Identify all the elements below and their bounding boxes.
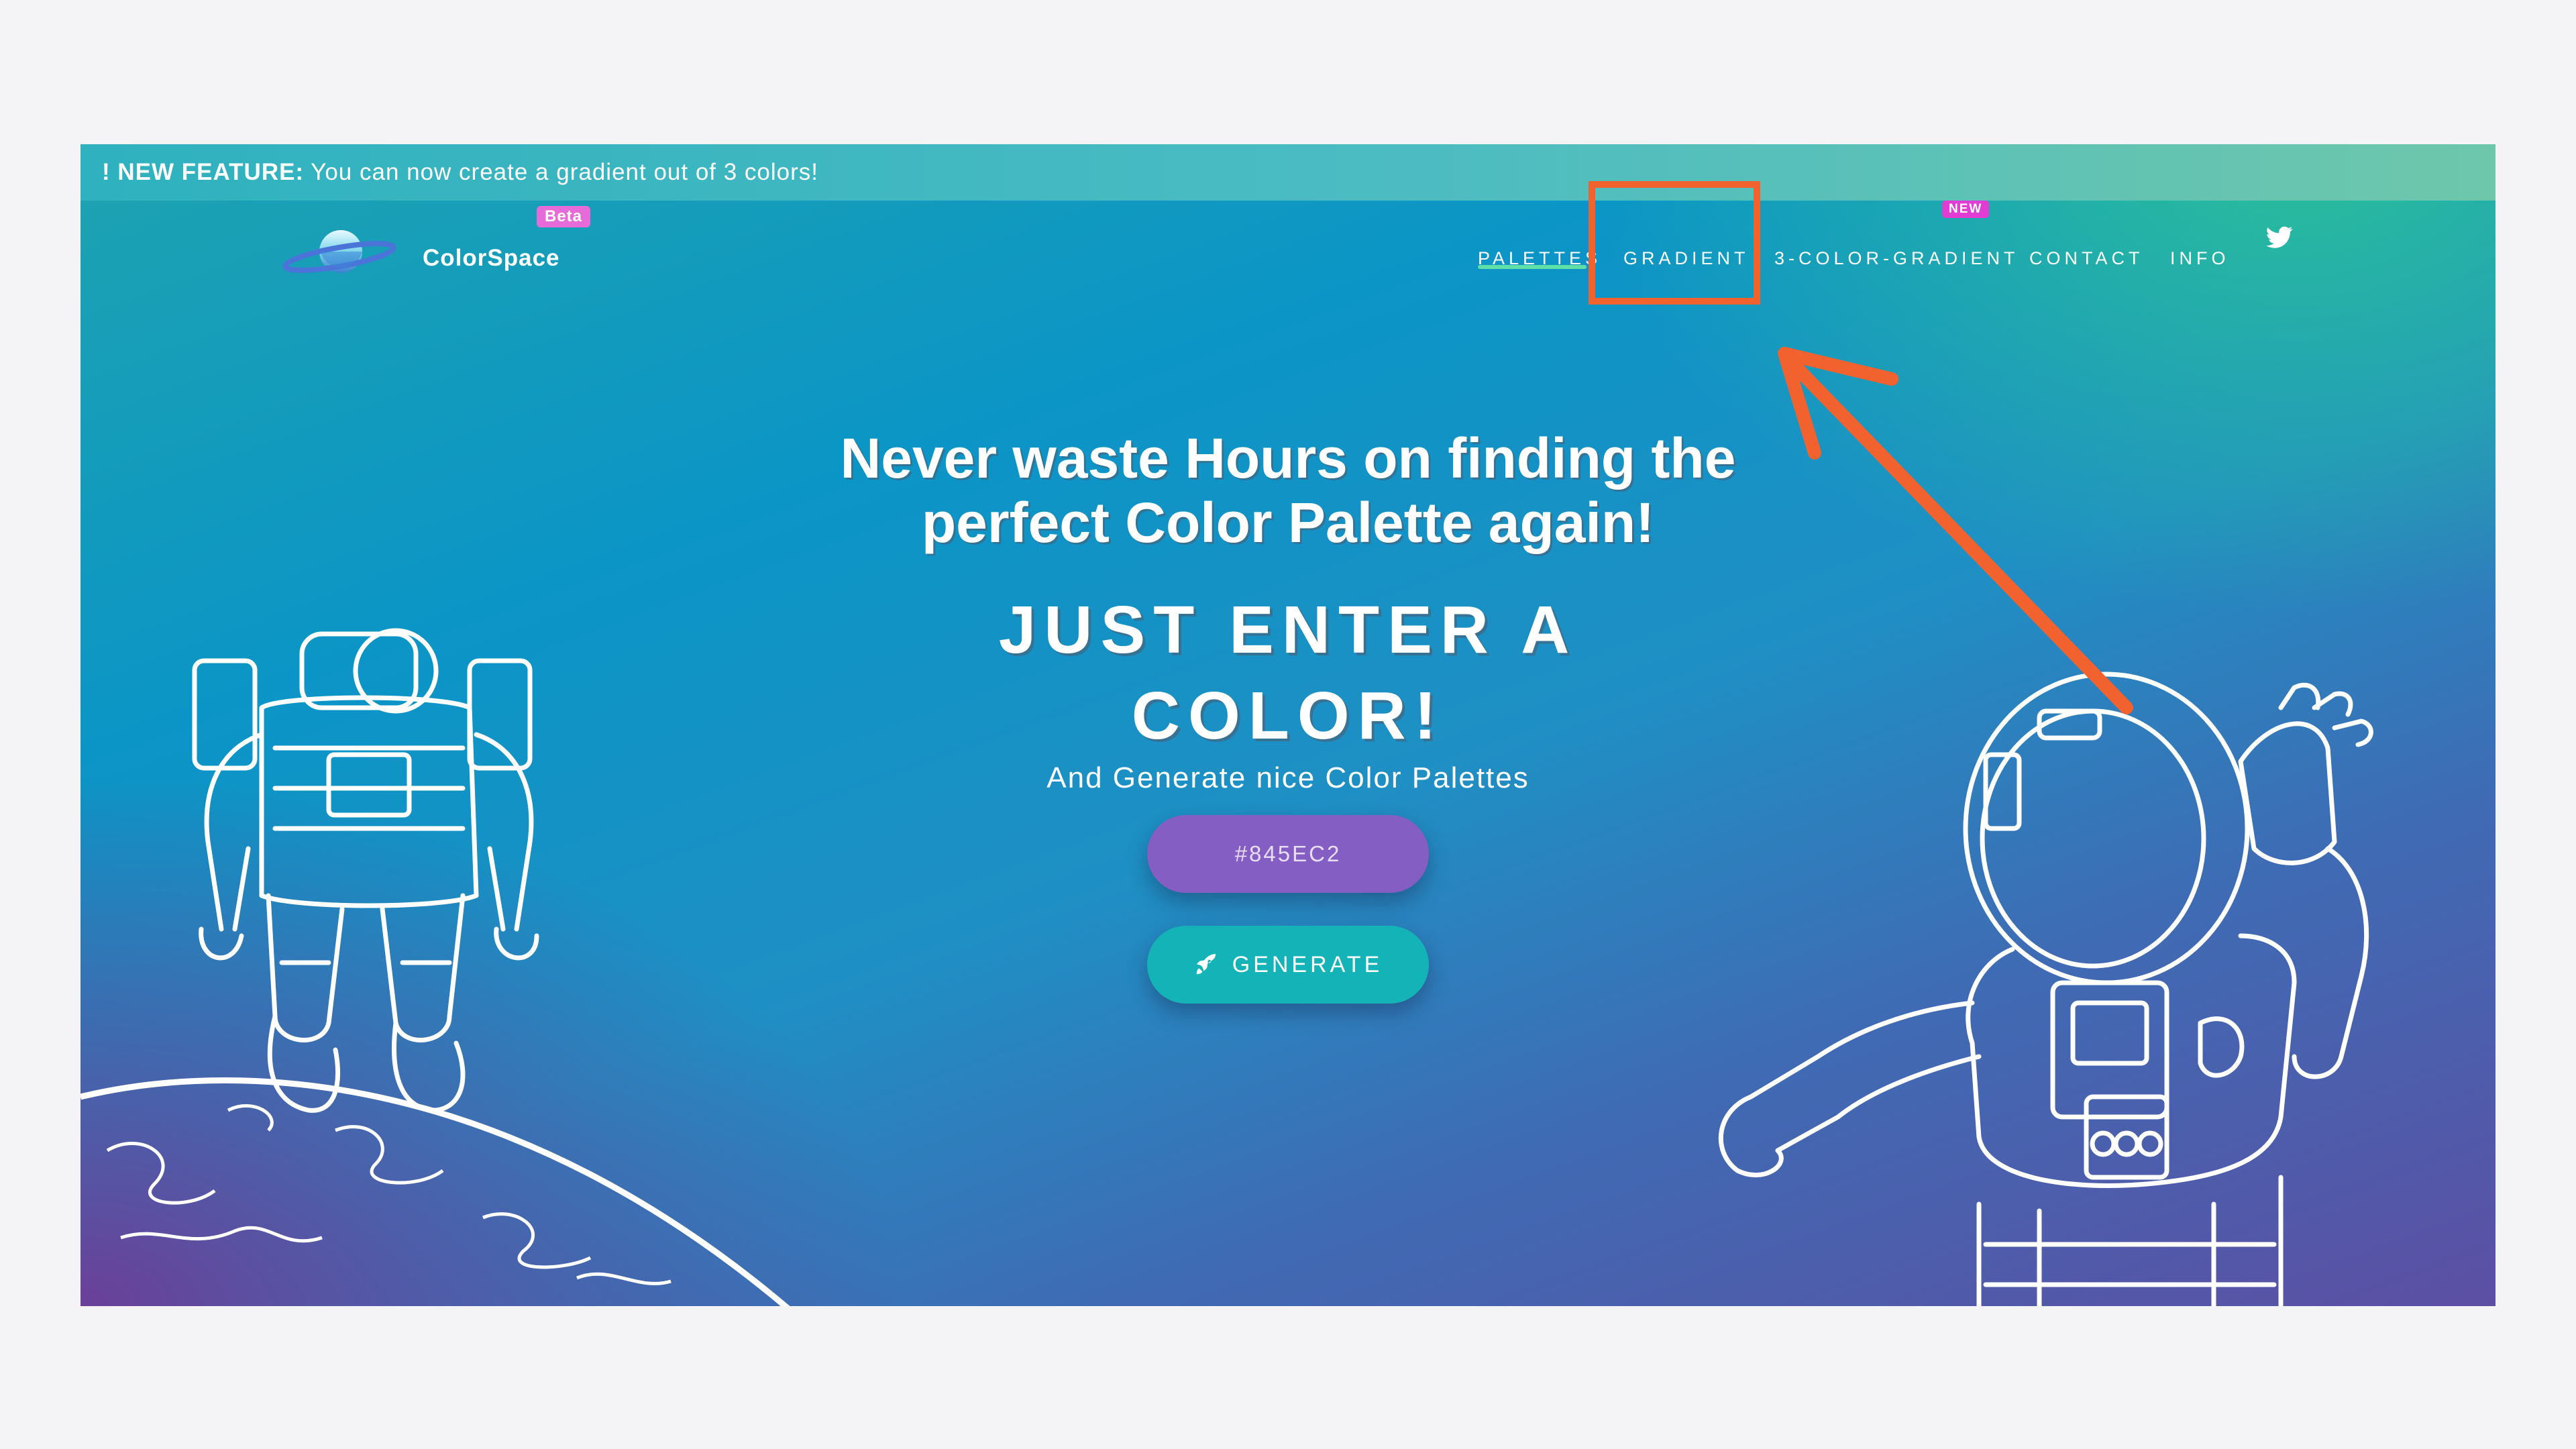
active-nav-indicator — [1478, 265, 1587, 269]
hero-headline-line-1: Never waste Hours on finding the — [840, 427, 1736, 490]
beta-badge: Beta — [537, 206, 591, 227]
announcement-banner: ! NEW FEATURE: You can now create a grad… — [80, 144, 2496, 201]
banner-text: You can now create a gradient out of 3 c… — [304, 159, 819, 185]
color-hex-input[interactable] — [1147, 815, 1429, 893]
hero-tagline: And Generate nice Color Palettes — [1046, 761, 1529, 794]
hero-headline-line-2: perfect Color Palette again! — [921, 491, 1655, 554]
hero-subhead-line-2: COLOR! — [1131, 678, 1445, 753]
new-badge: NEW — [1942, 201, 1990, 218]
main-nav: PALETTES GRADIENT 3-COLOR-GRADIENT CONTA… — [80, 231, 2496, 285]
generate-button-label: GENERATE — [1232, 951, 1383, 977]
twitter-icon[interactable] — [2266, 226, 2293, 249]
hero-subhead-line-1: JUST ENTER A — [998, 592, 1578, 667]
hero-headline: Never waste Hours on finding the perfect… — [724, 426, 1851, 555]
rocket-icon — [1196, 954, 1216, 975]
app-frame: ! NEW FEATURE: You can now create a grad… — [80, 144, 2496, 1306]
hero-subhead: JUST ENTER A COLOR! — [926, 587, 1650, 759]
nav-item-info[interactable]: INFO — [2170, 231, 2230, 285]
nav-item-contact[interactable]: CONTACT — [2029, 231, 2144, 285]
banner-prefix: ! NEW FEATURE: — [102, 159, 305, 185]
annotation-highlight-box — [1589, 181, 1760, 305]
astronaut-left-illustration — [192, 628, 539, 1113]
astronaut-right-illustration — [1718, 672, 2373, 1306]
generate-button[interactable]: GENERATE — [1147, 926, 1429, 1004]
nav-item-3-color-gradient[interactable]: 3-COLOR-GRADIENT — [1774, 231, 2019, 285]
nav-item-palettes[interactable]: PALETTES — [1478, 231, 1601, 285]
